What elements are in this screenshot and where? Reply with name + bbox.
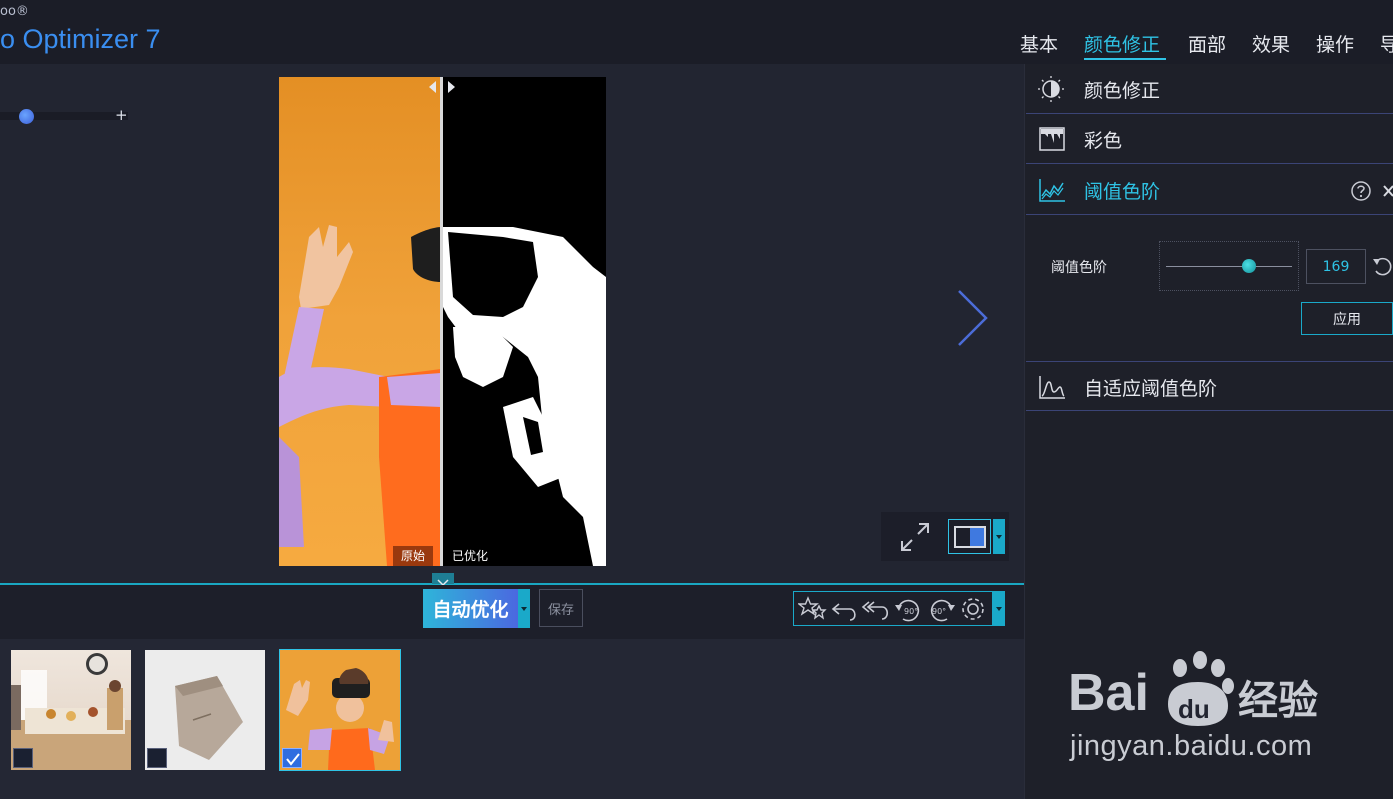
tab-export[interactable]: 导 — [1380, 30, 1393, 57]
compare-mode-dropdown[interactable] — [993, 519, 1005, 554]
rotate-right-90-icon[interactable]: 90° — [925, 595, 957, 624]
threshold-label: 阈值色阶 — [1051, 260, 1107, 276]
fullscreen-icon[interactable] — [899, 521, 931, 553]
optimized-preview — [443, 77, 606, 566]
rotate-left-90-icon[interactable]: 90° — [893, 595, 925, 624]
threshold-slider[interactable] — [1159, 241, 1299, 291]
section-color-correction[interactable]: 颜色修正 — [1026, 64, 1393, 114]
threshold-slider-track[interactable] — [1166, 266, 1292, 267]
optimized-photo — [443, 227, 606, 566]
section-label: 阈值色阶 — [1084, 181, 1161, 203]
optimized-label: 已优化 — [452, 549, 489, 563]
top-bar — [0, 0, 1393, 64]
zoom-slider-handle[interactable] — [18, 109, 34, 124]
baidu-watermark: Bai du 经验 — [1068, 648, 1318, 732]
dropdown-caret-icon — [996, 535, 1002, 539]
settings-gear-icon[interactable] — [958, 595, 988, 624]
undo-all-icon[interactable] — [861, 596, 891, 623]
collapse-filmstrip-button[interactable] — [432, 573, 454, 587]
threshold-value-input[interactable]: 169 — [1306, 249, 1366, 284]
threshold-chart-icon — [1039, 179, 1065, 202]
help-icon[interactable] — [1350, 180, 1372, 202]
save-button[interactable]: 保存 — [539, 589, 583, 627]
view-toolbar — [881, 512, 1009, 561]
split-view-divider[interactable] — [440, 77, 443, 566]
tab-basic[interactable]: 基本 — [1020, 30, 1058, 57]
watermark-logo-text-2: du — [1178, 694, 1210, 724]
section-label: 彩色 — [1084, 130, 1123, 152]
watermark-logo-text: Bai — [1068, 664, 1149, 722]
thumbnail-1[interactable] — [11, 650, 131, 770]
next-image-arrow-icon[interactable] — [950, 285, 990, 349]
thumbnail-2[interactable] — [145, 650, 265, 770]
thumbnail-1-checkbox[interactable] — [13, 748, 33, 768]
close-icon[interactable] — [1382, 183, 1393, 199]
tab-color-correction[interactable]: 颜色修正 — [1084, 30, 1160, 57]
section-adaptive-threshold[interactable]: 自适应阈值色阶 — [1026, 361, 1393, 411]
undo-icon[interactable] — [830, 596, 860, 623]
thumbnail-3-selected[interactable] — [279, 649, 401, 771]
tab-effects[interactable]: 效果 — [1252, 30, 1290, 57]
active-tab-indicator — [1084, 58, 1166, 60]
app-title: o Optimizer 7 — [0, 24, 161, 54]
section-color[interactable]: 彩色 — [1026, 114, 1393, 164]
section-label: 颜色修正 — [1084, 80, 1161, 102]
adaptive-chart-icon — [1039, 376, 1065, 399]
watermark-logo-cn: 经验 — [1238, 678, 1318, 724]
auto-optimize-dropdown[interactable] — [518, 589, 530, 628]
tab-face[interactable]: 面部 — [1188, 30, 1226, 57]
section-threshold[interactable]: 阈值色阶 — [1026, 165, 1393, 215]
original-label: 原始 — [393, 546, 434, 566]
split-compare-icon — [954, 526, 986, 548]
original-photo — [279, 225, 441, 566]
zoom-in-button[interactable]: + — [115, 106, 128, 124]
reset-icon[interactable] — [1371, 254, 1393, 278]
dropdown-caret-icon — [521, 607, 527, 611]
section-label: 自适应阈值色阶 — [1084, 378, 1218, 400]
thumbnail-2-checkbox[interactable] — [147, 748, 167, 768]
watermark-url: jingyan.baidu.com — [1070, 730, 1313, 762]
svg-text:90°: 90° — [904, 607, 918, 616]
compare-mode-button[interactable] — [948, 519, 991, 554]
checkmark-icon — [286, 753, 300, 766]
dropdown-caret-icon — [996, 607, 1002, 611]
apply-button[interactable]: 应用 — [1301, 302, 1393, 335]
baidu-paw-logo-icon: Bai du 经验 — [1068, 651, 1318, 726]
thumbnail-3-checkbox[interactable] — [282, 748, 302, 768]
favorite-stars-icon[interactable] — [798, 596, 828, 623]
split-handle-arrows[interactable] — [426, 80, 460, 94]
color-drip-icon — [1039, 127, 1065, 151]
auto-optimize-button[interactable]: 自动优化 — [423, 589, 518, 628]
brand-small: oo® — [0, 4, 29, 19]
tools-dropdown[interactable] — [993, 591, 1005, 626]
contrast-icon — [1038, 76, 1064, 102]
original-preview — [279, 77, 441, 566]
tab-operations[interactable]: 操作 — [1316, 30, 1354, 57]
edit-tools-group: 90° 90° — [793, 591, 993, 626]
threshold-slider-handle[interactable] — [1242, 259, 1257, 273]
svg-text:90°: 90° — [932, 607, 946, 616]
